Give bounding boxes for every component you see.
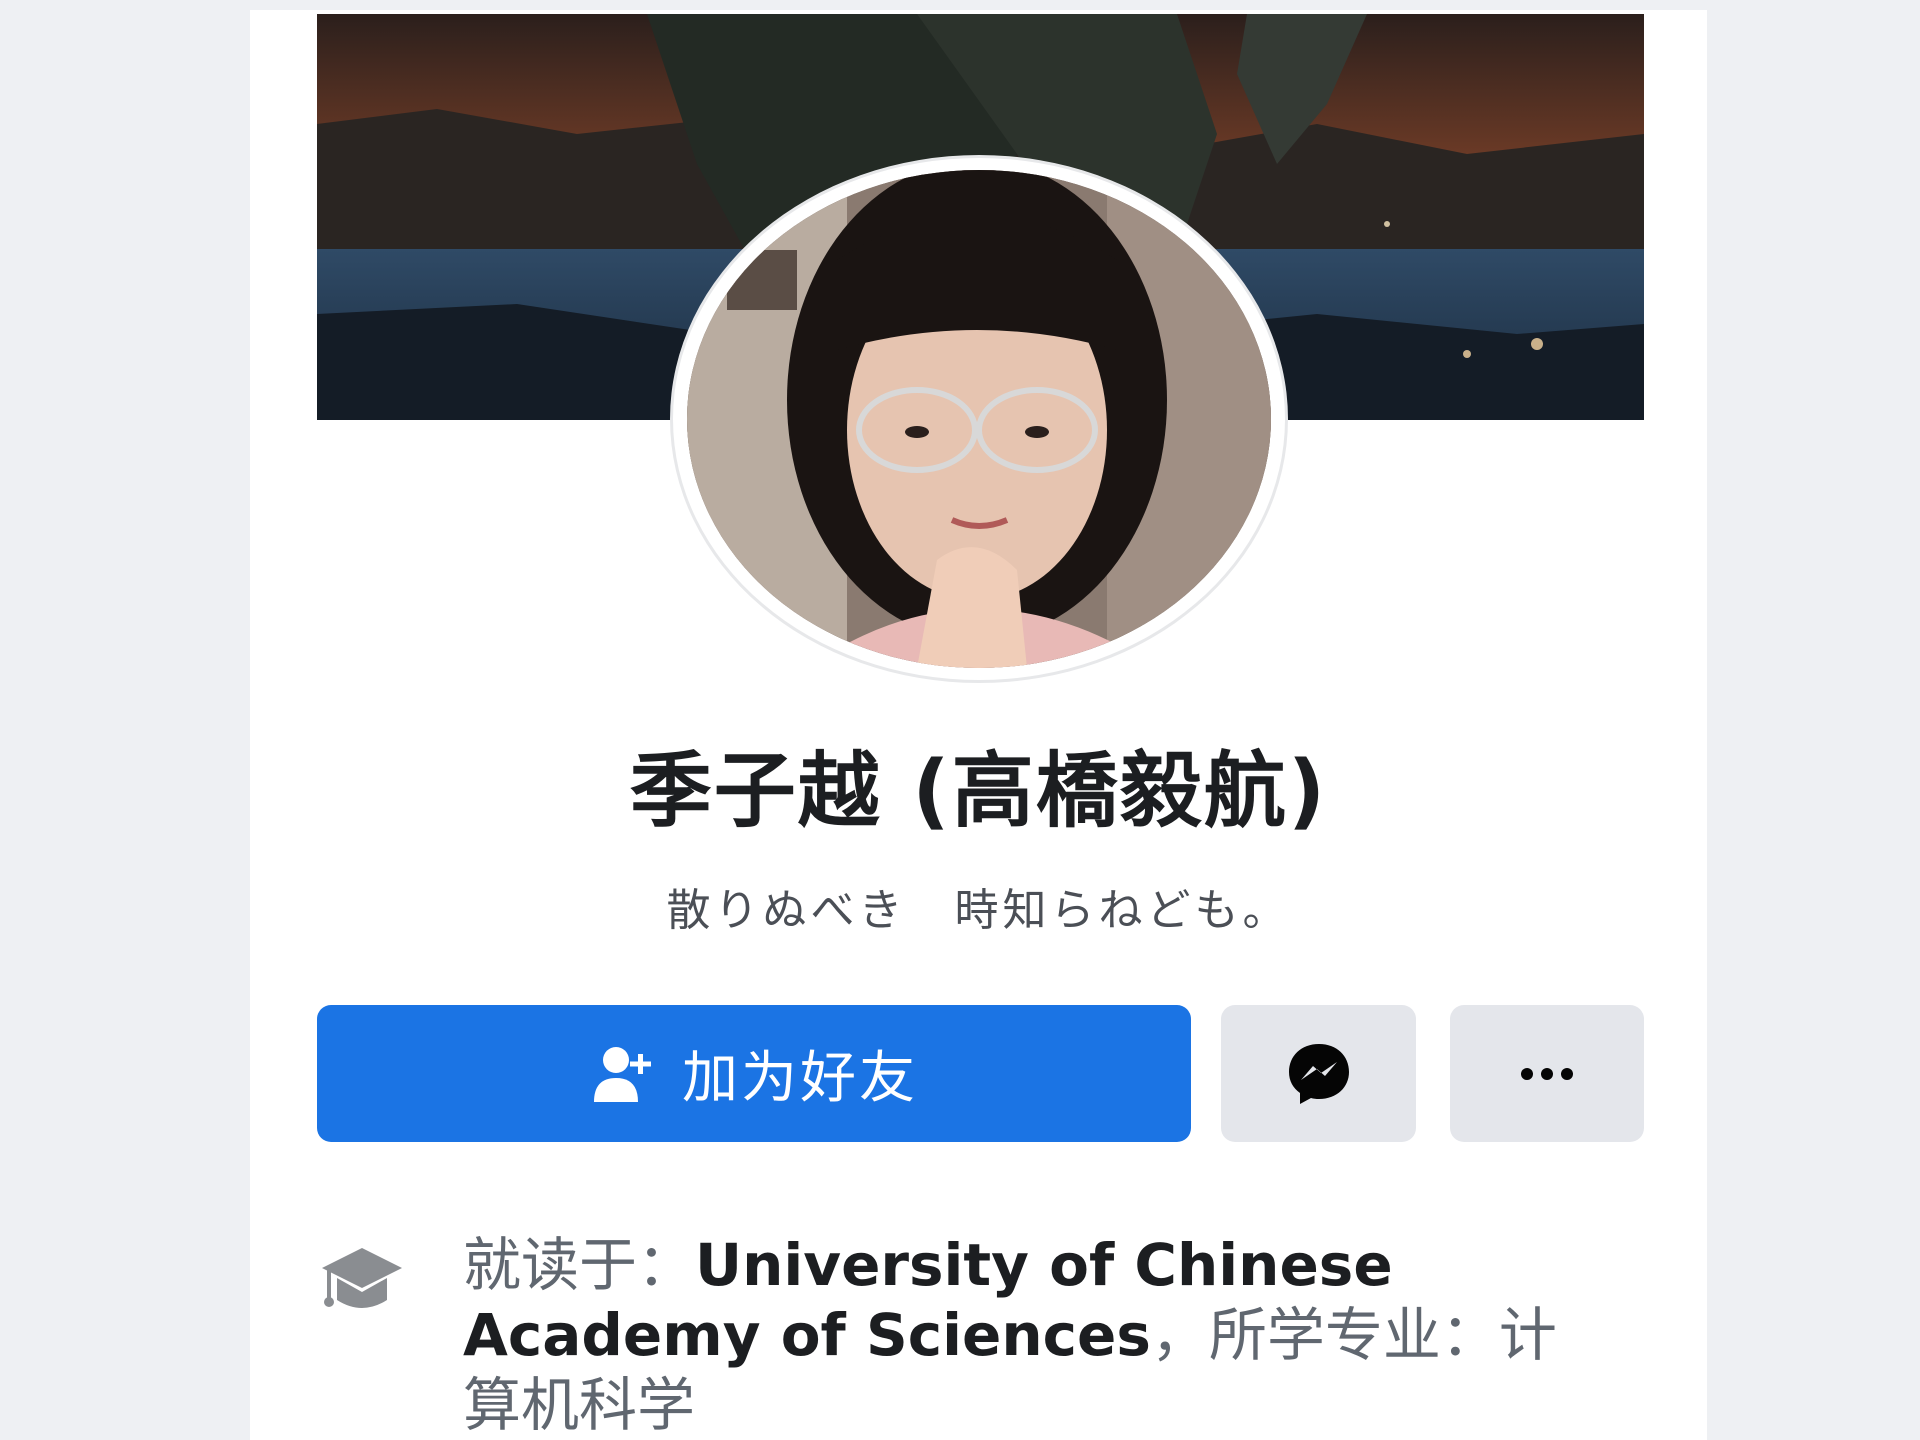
profile-card: 季子越 (高橋毅航) 散りぬべき 時知らねども。 加为好友 就读于：Univer… (250, 10, 1707, 1440)
messenger-icon (1288, 1043, 1349, 1104)
profile-name: 季子越 (高橋毅航) (629, 744, 1328, 839)
more-options-button[interactable] (1450, 1005, 1644, 1142)
profile-picture-frame[interactable] (673, 158, 1285, 680)
add-friend-button[interactable]: 加为好友 (317, 1005, 1191, 1142)
add-friend-icon (594, 1046, 651, 1102)
avatar-image (687, 170, 1271, 668)
profile-bio: 散りぬべき 時知らねども。 (666, 885, 1291, 936)
message-button[interactable] (1221, 1005, 1416, 1142)
add-friend-label: 加为好友 (682, 1046, 918, 1111)
profile-picture (687, 170, 1271, 668)
graduation-cap-icon (322, 1248, 402, 1308)
education-info: 就读于：University of Chinese Academy of Sci… (463, 1230, 1613, 1440)
major-prefix: ，所学专业： (1150, 1301, 1499, 1369)
more-icon (1521, 1067, 1573, 1080)
studied-at-prefix: 就读于： (463, 1231, 696, 1299)
